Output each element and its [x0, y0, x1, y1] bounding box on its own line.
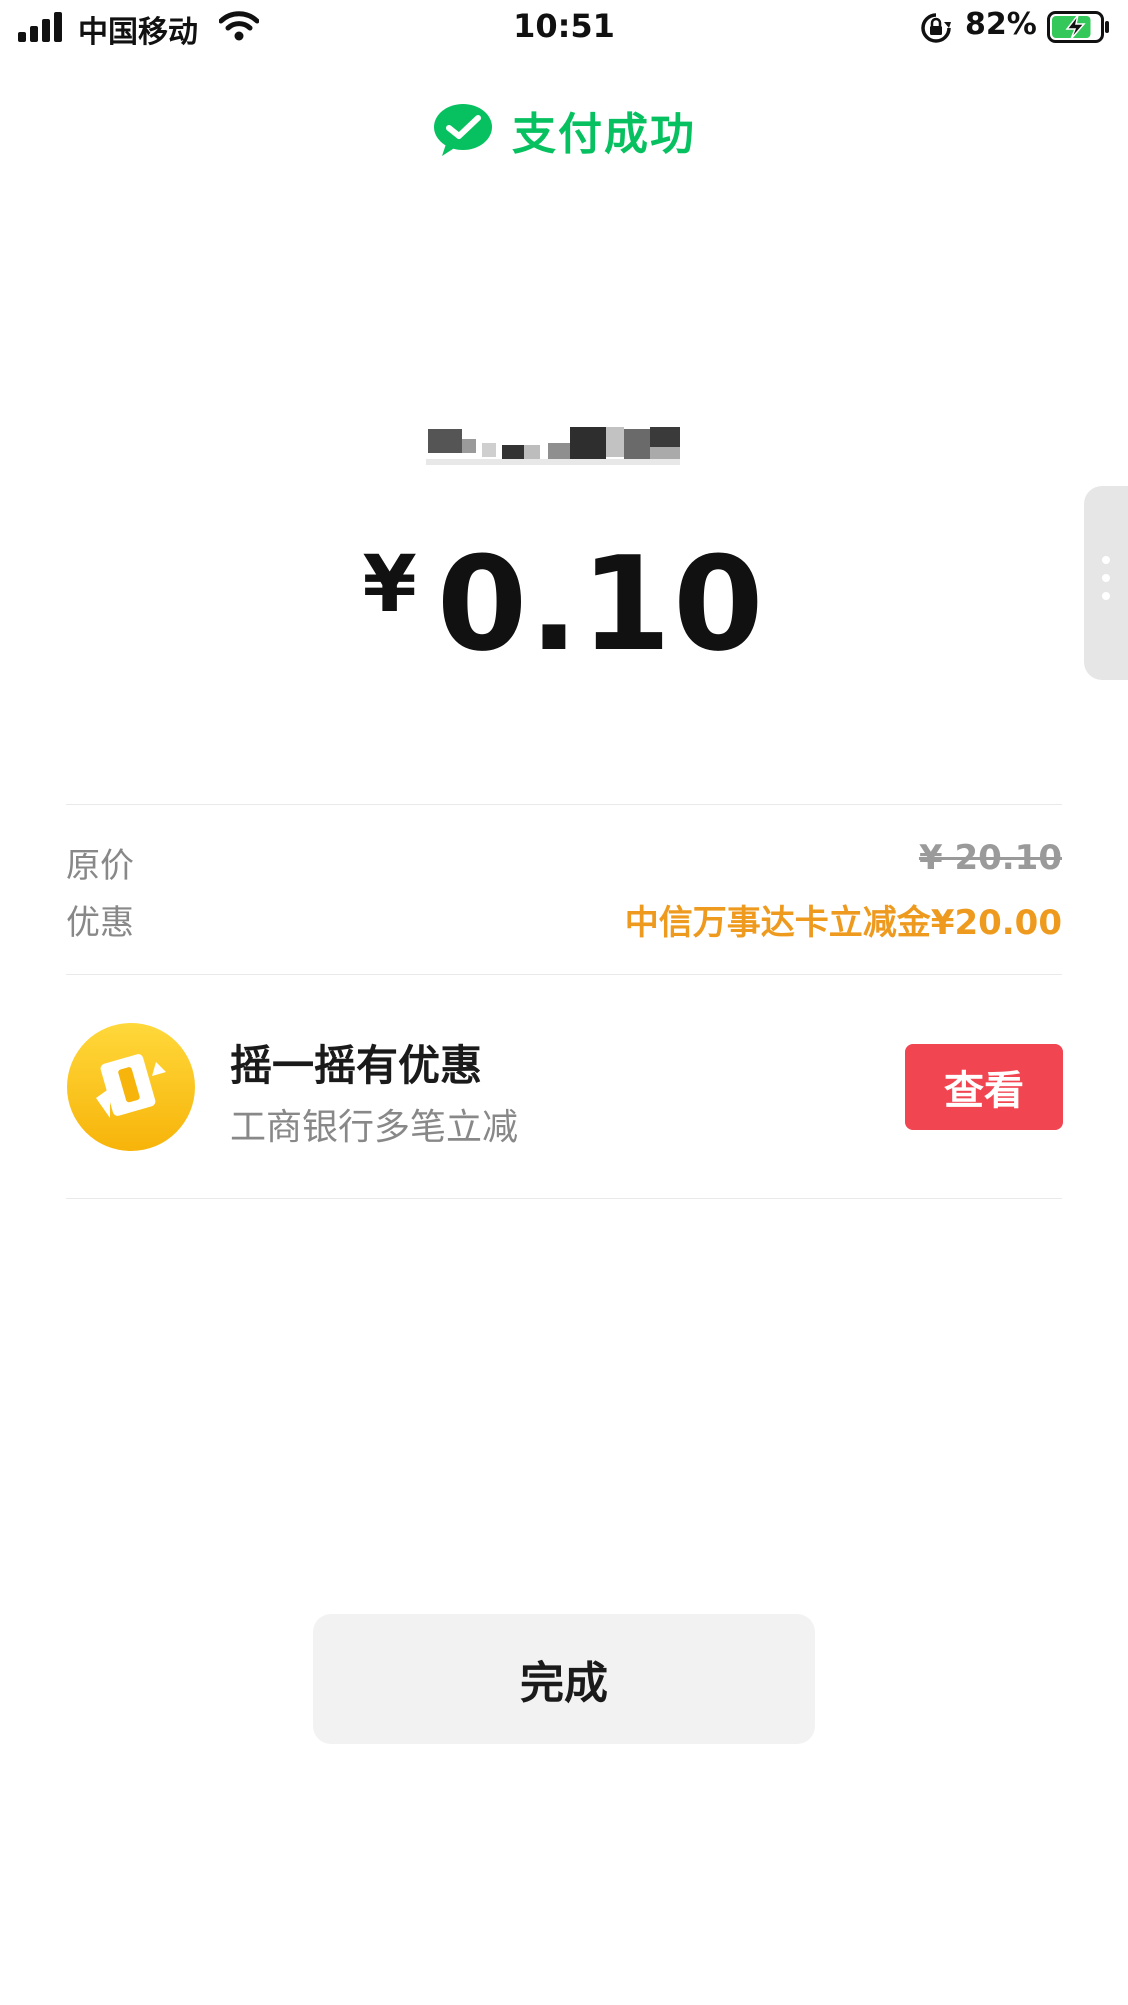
divider: [66, 1198, 1062, 1199]
status-time: 10:51: [513, 7, 615, 45]
divider: [66, 974, 1062, 975]
battery-charging-icon: [1047, 11, 1109, 43]
more-dot: [1102, 592, 1110, 600]
payment-amount: ¥0.10: [0, 528, 1128, 680]
original-price-value: ¥ 20.10: [918, 838, 1062, 878]
done-button[interactable]: 完成: [313, 1614, 815, 1744]
payment-success-header: 支付成功: [0, 100, 1128, 160]
battery-percent: 82%: [965, 7, 1037, 42]
shake-coupon-icon: [67, 1023, 195, 1151]
original-price-label: 原价: [66, 846, 134, 886]
status-bar: 中国移动 10:51 82%: [0, 0, 1128, 56]
merchant-name-redacted: [420, 425, 700, 475]
discount-label: 优惠: [66, 903, 134, 943]
more-dot: [1102, 556, 1110, 564]
currency-symbol: ¥: [362, 540, 419, 630]
divider: [66, 804, 1062, 805]
wechat-pay-icon: [434, 104, 492, 156]
amount-value: 0.10: [436, 528, 766, 680]
promo-subtitle: 工商银行多笔立减: [230, 1107, 519, 1148]
more-dot: [1102, 574, 1110, 582]
page-title: 支付成功: [512, 109, 696, 160]
floating-side-handle[interactable]: [1084, 486, 1128, 680]
promo-title: 摇一摇有优惠: [230, 1041, 483, 1090]
discount-value: 中信万事达卡立减金¥20.00: [624, 903, 1062, 943]
rotation-lock-icon: [921, 13, 951, 43]
view-promo-button[interactable]: 查看: [905, 1044, 1063, 1130]
